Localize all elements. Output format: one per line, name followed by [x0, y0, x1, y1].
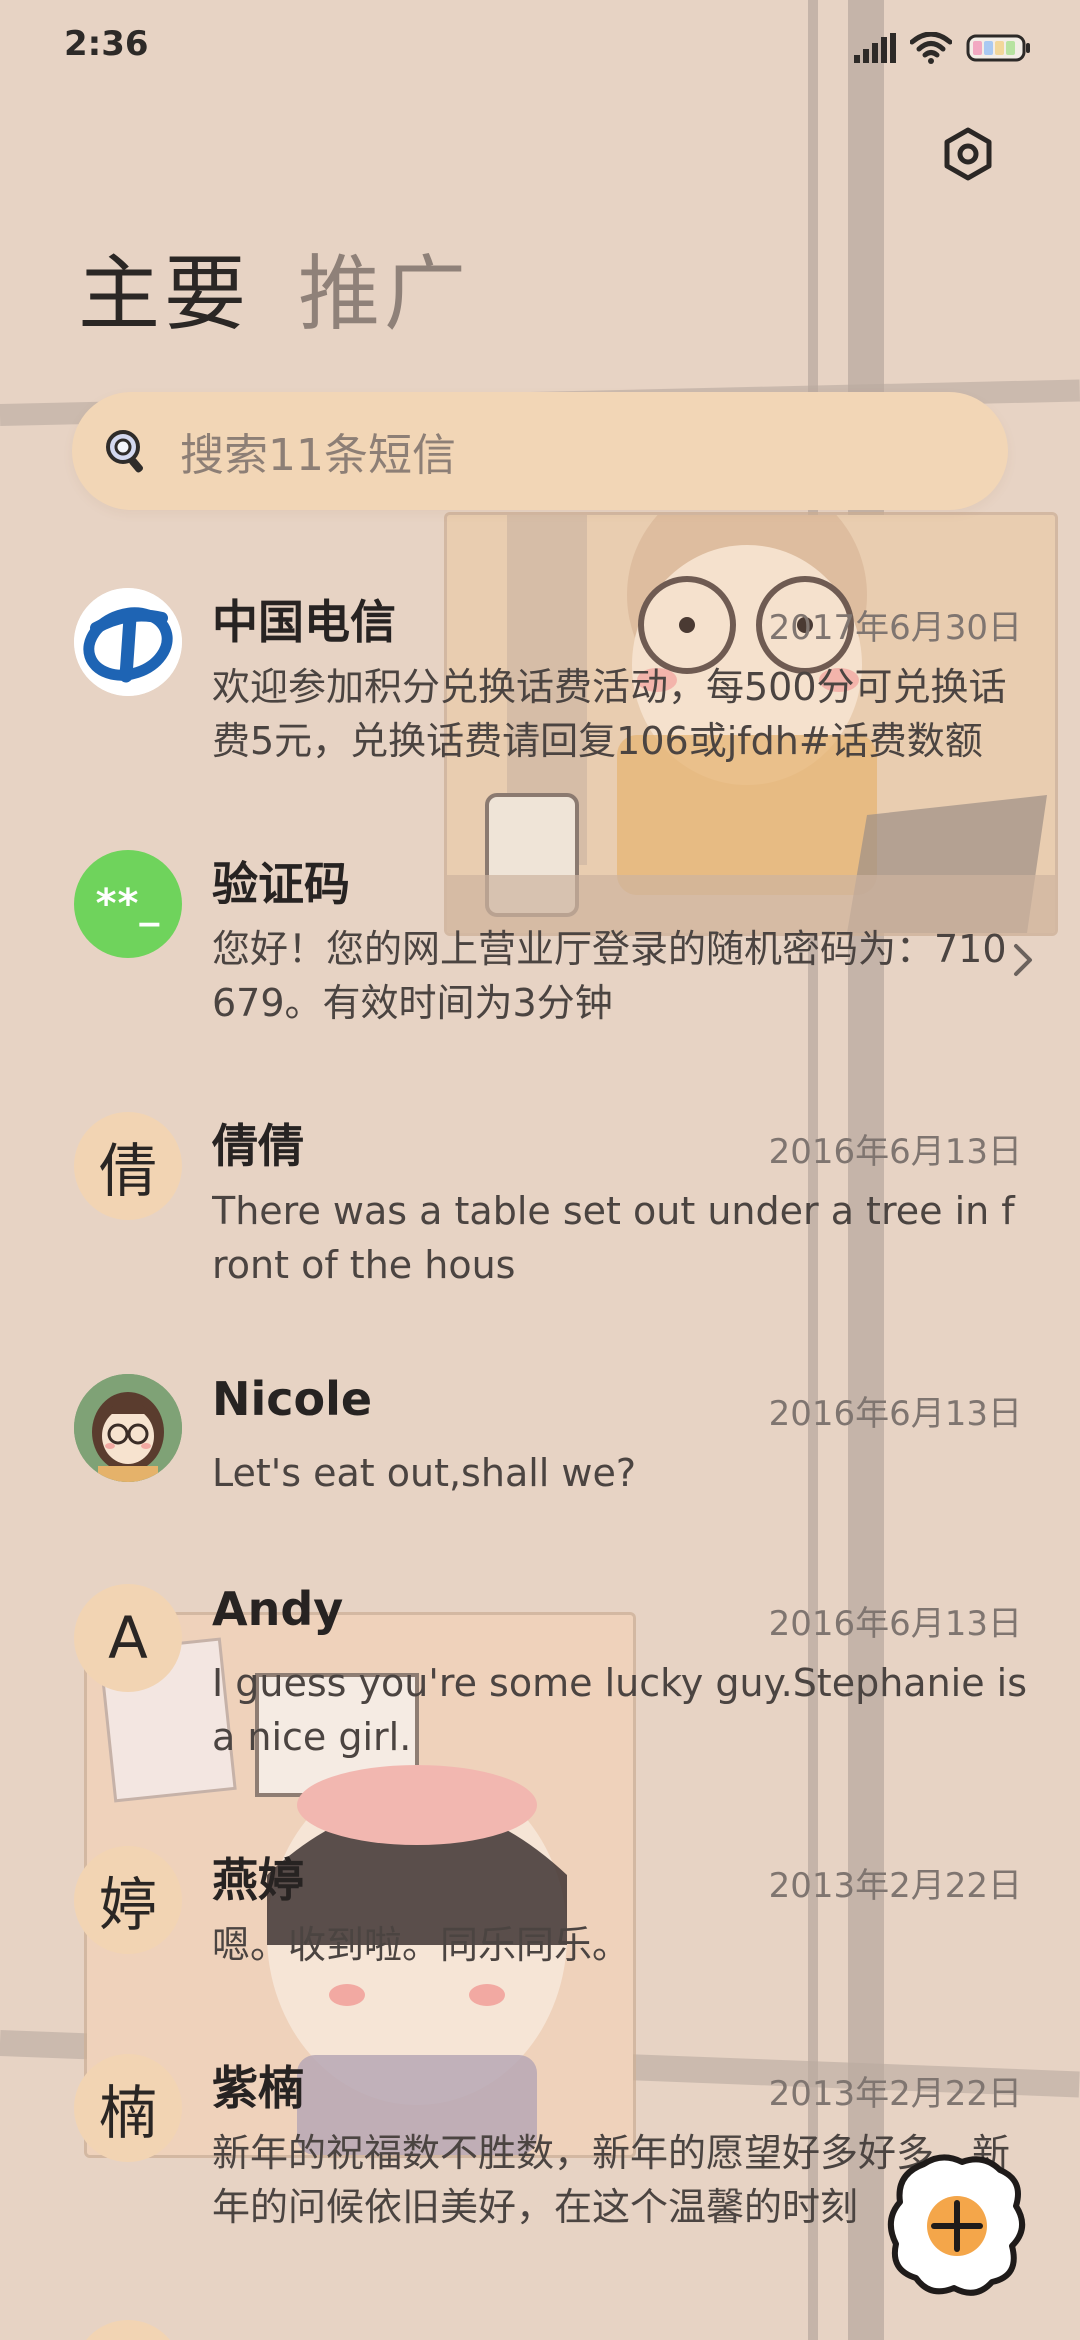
battery-icon [966, 34, 1030, 62]
contact-name: Andy [212, 1582, 344, 1636]
contact-photo-avatar [74, 1374, 182, 1482]
contact-name: 倩倩 [212, 1119, 304, 1173]
letter-avatar: 楠 [74, 2054, 182, 2162]
status-bar: 2:36 [0, 0, 1080, 96]
china-telecom-logo-avatar [74, 588, 182, 696]
search-icon [102, 427, 150, 475]
conversation-item[interactable]: 倩 倩倩 2016年6月13日 There was a table set ou… [0, 1084, 1080, 1314]
conversation-item[interactable]: Nicole 2016年6月13日 Let's eat out,shall we… [0, 1346, 1080, 1576]
conversation-item[interactable]: A Andy 2016年6月13日 I guess you're some lu… [0, 1556, 1080, 1786]
tab-primary[interactable]: 主要 [78, 240, 250, 350]
contact-name: 紫楠 [212, 2061, 304, 2115]
message-date: 2016年6月13日 [768, 1604, 1022, 1644]
search-bar[interactable]: 搜索11条短信 [72, 392, 1008, 510]
wifi-icon [910, 32, 952, 64]
message-preview: 您好！您的网上营业厅登录的随机密码为：710679。有效时间为3分钟 [212, 927, 1007, 1025]
conversation-item[interactable]: **_ 验证码 您好！您的网上营业厅登录的随机密码为：710679。有效时间为3… [0, 822, 1080, 1052]
signal-icon [854, 33, 896, 63]
contact-name: Nicole [212, 1372, 373, 1426]
status-time: 2:36 [64, 24, 149, 64]
message-preview: I guess you're some lucky guy.Stephanie … [212, 1661, 1028, 1759]
settings-icon [944, 127, 992, 181]
new-message-button[interactable] [884, 2150, 1030, 2300]
message-date: 2017年6月30日 [768, 608, 1022, 648]
message-date: 2016年6月13日 [768, 1132, 1022, 1172]
message-preview: 嗯。收到啦。同乐同乐。 [212, 1923, 631, 1967]
contact-name: 中国电信 [212, 595, 396, 649]
tab-promotions[interactable]: 推广 [298, 240, 470, 350]
message-date: 2016年6月13日 [768, 1394, 1022, 1434]
letter-avatar [74, 2320, 182, 2340]
letter-avatar: 婷 [74, 1846, 182, 1954]
conversation-item-partial[interactable] [0, 2312, 1080, 2340]
plus-icon [887, 2154, 1025, 2296]
message-preview: There was a table set out under a tree i… [212, 1189, 1015, 1287]
tab-bar: 主要 推广 [78, 240, 470, 350]
message-preview: Let's eat out,shall we? [212, 1451, 637, 1495]
search-input[interactable]: 搜索11条短信 [180, 419, 456, 483]
settings-button[interactable] [940, 126, 996, 182]
message-date: 2013年2月22日 [768, 1866, 1022, 1906]
letter-avatar: A [74, 1584, 182, 1692]
captcha-avatar: **_ [74, 850, 182, 958]
contact-name: 验证码 [212, 857, 350, 911]
conversation-item[interactable]: 婷 燕婷 2013年2月22日 嗯。收到啦。同乐同乐。 [0, 1818, 1080, 2048]
contact-name: 燕婷 [212, 1853, 304, 1907]
letter-avatar: 倩 [74, 1112, 182, 1220]
message-date: 2013年2月22日 [768, 2074, 1022, 2114]
status-icons [854, 28, 1032, 68]
message-preview: 欢迎参加积分兑换话费活动，每500分可兑换话费5元，兑换话费请回复106或jfd… [212, 665, 1007, 763]
chevron-right-icon[interactable] [1008, 940, 1038, 980]
conversation-item[interactable]: 中国电信 2017年6月30日 欢迎参加积分兑换话费活动，每500分可兑换话费5… [0, 560, 1080, 790]
